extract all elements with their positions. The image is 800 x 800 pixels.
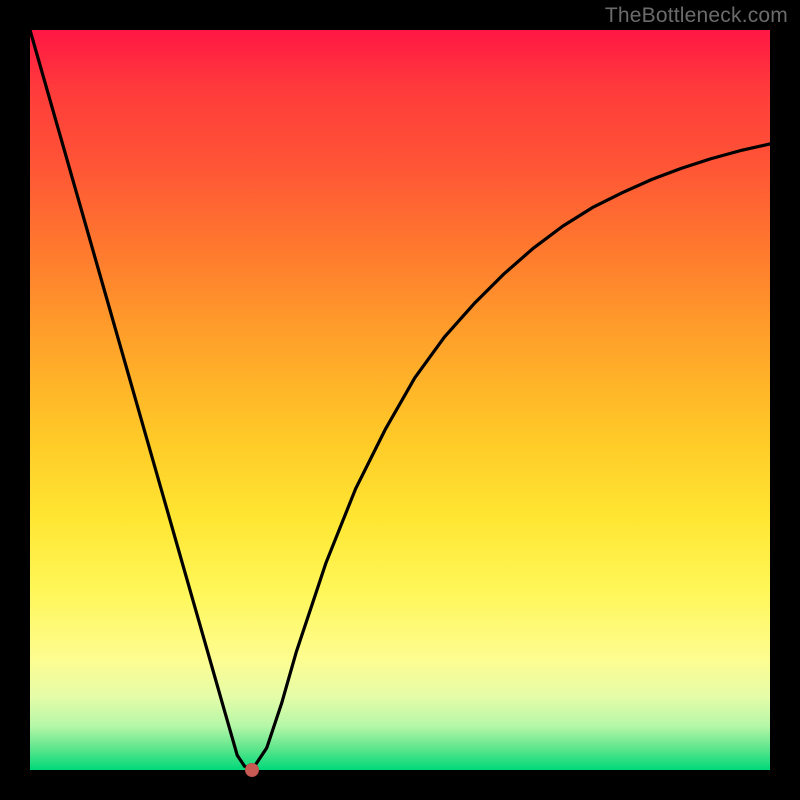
chart-stage: TheBottleneck.com [0,0,800,800]
bottleneck-curve [30,30,770,770]
curve-line [30,30,770,770]
plot-area [30,30,770,770]
watermark-text: TheBottleneck.com [605,4,788,28]
optimal-point-marker [245,763,259,777]
